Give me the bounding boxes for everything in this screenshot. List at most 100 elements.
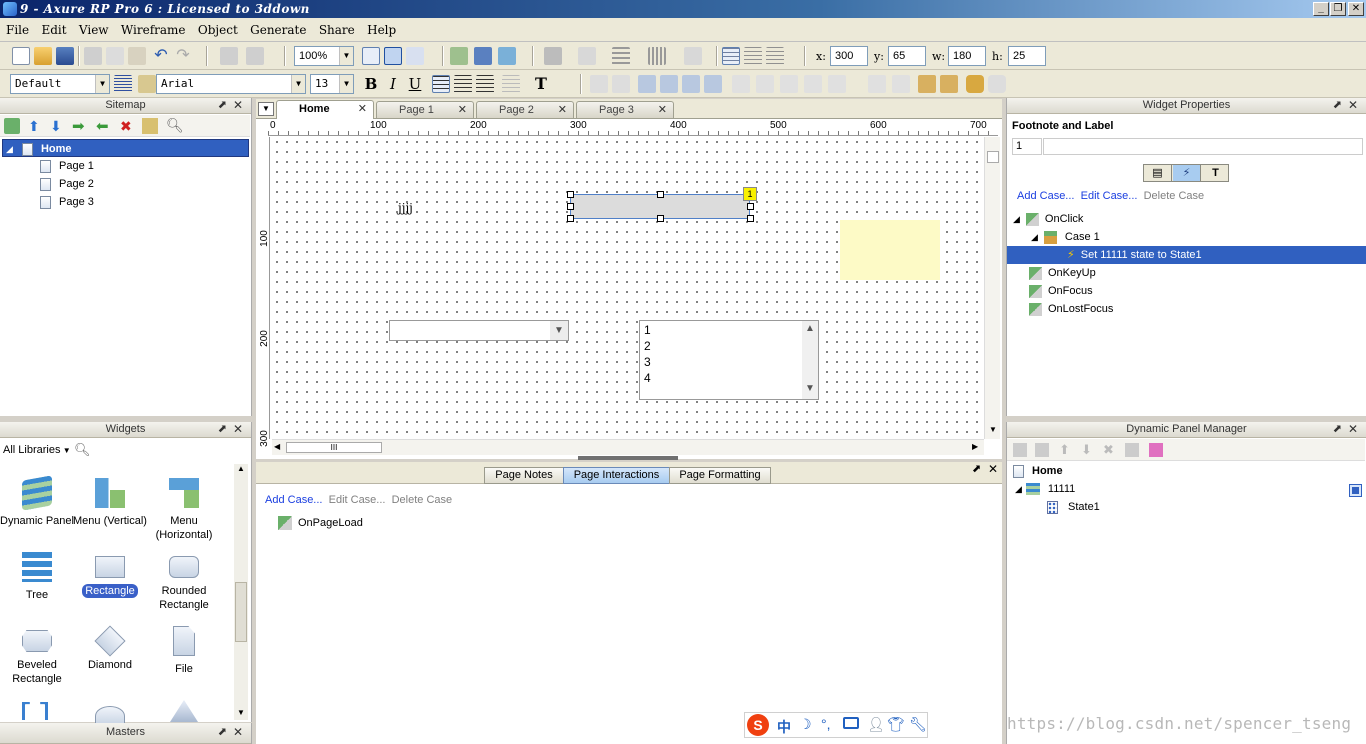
tab-page-3[interactable]: Page 3 ✕: [576, 101, 674, 118]
bold-button[interactable]: B: [362, 75, 380, 93]
resize-handle[interactable]: [657, 215, 664, 222]
visibility-checkbox[interactable]: [1349, 484, 1362, 497]
edit-page-icon[interactable]: [142, 118, 158, 134]
collapse-icon[interactable]: ◢: [1013, 214, 1020, 224]
x-field[interactable]: 300: [830, 46, 868, 66]
close-tab-icon[interactable]: ✕: [458, 102, 467, 118]
collapse-icon[interactable]: ◢: [1031, 232, 1038, 242]
cut-icon[interactable]: [84, 47, 102, 65]
outdent-icon[interactable]: ⬅: [96, 117, 109, 135]
widget-dynamic-panel[interactable]: Dynamic Panel: [0, 475, 74, 528]
close-icon[interactable]: ✕: [233, 98, 243, 113]
design-grid[interactable]: [272, 137, 984, 439]
moon-icon[interactable]: ☽: [799, 716, 812, 733]
duplicate-state-icon[interactable]: [1035, 443, 1049, 457]
connector-icon[interactable]: [406, 47, 424, 65]
canvas-horizontal-scrollbar[interactable]: ◀ III ▶: [272, 439, 984, 455]
pin-icon[interactable]: ⬈: [218, 723, 227, 741]
label-field[interactable]: [1043, 138, 1363, 155]
listbox-scrollbar[interactable]: ▲ ▼: [802, 321, 818, 399]
align-middle-icon[interactable]: [780, 75, 798, 93]
scroll-down-icon[interactable]: ▼: [805, 383, 815, 394]
copy-format-icon[interactable]: [246, 47, 264, 65]
resize-handle[interactable]: [567, 203, 574, 210]
add-case-link[interactable]: Add Case...: [1017, 190, 1074, 202]
list-item[interactable]: 3: [644, 355, 651, 369]
keyboard-icon[interactable]: [843, 717, 859, 729]
menu-share[interactable]: Share: [319, 23, 355, 37]
ime-chinese-mode[interactable]: 中: [777, 717, 791, 737]
close-tab-icon[interactable]: ✕: [558, 102, 567, 118]
group-icon[interactable]: [590, 75, 608, 93]
paste-icon[interactable]: [128, 47, 146, 65]
menu-generate[interactable]: Generate: [250, 23, 306, 37]
resize-handle[interactable]: [747, 203, 754, 210]
line-color-icon[interactable]: [578, 47, 596, 65]
scroll-up-icon[interactable]: ▲: [805, 323, 815, 334]
widget-beveled-rectangle[interactable]: Beveled Rectangle: [0, 626, 74, 686]
library-select[interactable]: All Libraries ▼: [3, 444, 71, 456]
align-objects-icon[interactable]: [756, 75, 774, 93]
text-align-center-icon[interactable]: [454, 75, 472, 93]
move-up-icon[interactable]: ⬆: [1059, 442, 1070, 458]
delete-state-icon[interactable]: ✖: [1103, 442, 1114, 458]
undo-icon[interactable]: ↶: [152, 47, 170, 65]
widget-file[interactable]: File: [147, 626, 221, 676]
menu-help[interactable]: Help: [367, 23, 396, 37]
scroll-down-icon[interactable]: ▼: [989, 425, 997, 434]
y-field[interactable]: 65: [888, 46, 926, 66]
fill-color-icon[interactable]: [544, 47, 562, 65]
select-contained-icon[interactable]: [384, 47, 402, 65]
list-item[interactable]: 2: [644, 339, 651, 353]
add-case-link[interactable]: Add Case...: [265, 494, 322, 506]
arrow-style-icon[interactable]: [684, 47, 702, 65]
font-size-select[interactable]: 13 ▼: [310, 74, 354, 94]
footnote-badge[interactable]: 1: [743, 187, 757, 201]
tab-page-notes[interactable]: Page Notes: [484, 467, 564, 484]
bring-front-icon[interactable]: [638, 75, 656, 93]
distribute-horizontal-icon[interactable]: [868, 75, 886, 93]
event-item-onkeyup[interactable]: OnKeyUp: [1029, 264, 1096, 282]
add-page-icon[interactable]: [4, 118, 20, 134]
line-style-icon[interactable]: [648, 47, 666, 65]
menu-view[interactable]: View: [79, 23, 109, 37]
close-tab-icon[interactable]: ✕: [358, 101, 367, 117]
align-right-icon[interactable]: [766, 47, 784, 65]
align-left-icon[interactable]: [722, 47, 740, 65]
generate-prototype-icon[interactable]: [450, 47, 468, 65]
pin-icon[interactable]: ⬈: [972, 462, 981, 475]
tab-home[interactable]: Home ✕: [276, 100, 374, 119]
sogou-logo-icon[interactable]: S: [747, 714, 769, 736]
paint-brush-icon[interactable]: [138, 75, 156, 93]
scroll-up-icon[interactable]: ▲: [237, 464, 245, 473]
format-painter-icon[interactable]: [220, 47, 238, 65]
italic-button[interactable]: I: [384, 75, 402, 93]
menu-object[interactable]: Object: [198, 23, 238, 37]
close-tab-icon[interactable]: ✕: [658, 102, 667, 118]
sitemap-item-page-1[interactable]: Page 1: [40, 157, 94, 175]
scroll-thumb[interactable]: III: [286, 442, 382, 453]
widget-tree[interactable]: Tree: [0, 552, 74, 602]
scroll-right-icon[interactable]: ▶: [972, 442, 978, 451]
collapse-icon[interactable]: ◢: [6, 144, 13, 154]
close-icon[interactable]: ✕: [1348, 422, 1358, 437]
case-item-case-1[interactable]: ◢ Case 1: [1031, 228, 1100, 246]
ungroup-icon[interactable]: [612, 75, 630, 93]
event-item-onlostfocus[interactable]: OnLostFocus: [1029, 300, 1113, 318]
sitemap-item-page-2[interactable]: Page 2: [40, 175, 94, 193]
distribute-vertical-icon[interactable]: [892, 75, 910, 93]
new-file-icon[interactable]: [12, 47, 30, 65]
bring-forward-icon[interactable]: [660, 75, 678, 93]
generate-word-icon[interactable]: [474, 47, 492, 65]
resize-handle[interactable]: [747, 215, 754, 222]
sitemap-item-page-3[interactable]: Page 3: [40, 193, 94, 211]
h-field[interactable]: 25: [1008, 46, 1046, 66]
menu-edit[interactable]: Edit: [41, 23, 66, 37]
edit-state-icon[interactable]: [1125, 443, 1139, 457]
dpm-item-home[interactable]: Home: [1013, 462, 1063, 480]
widget-menu-horizontal[interactable]: Menu (Horizontal): [147, 478, 221, 542]
zoom-select[interactable]: 100% ▼: [294, 46, 354, 66]
delete-case-link[interactable]: Delete Case: [1144, 190, 1205, 202]
user-icon[interactable]: 👤︎: [867, 716, 885, 733]
menu-file[interactable]: File: [6, 23, 29, 37]
